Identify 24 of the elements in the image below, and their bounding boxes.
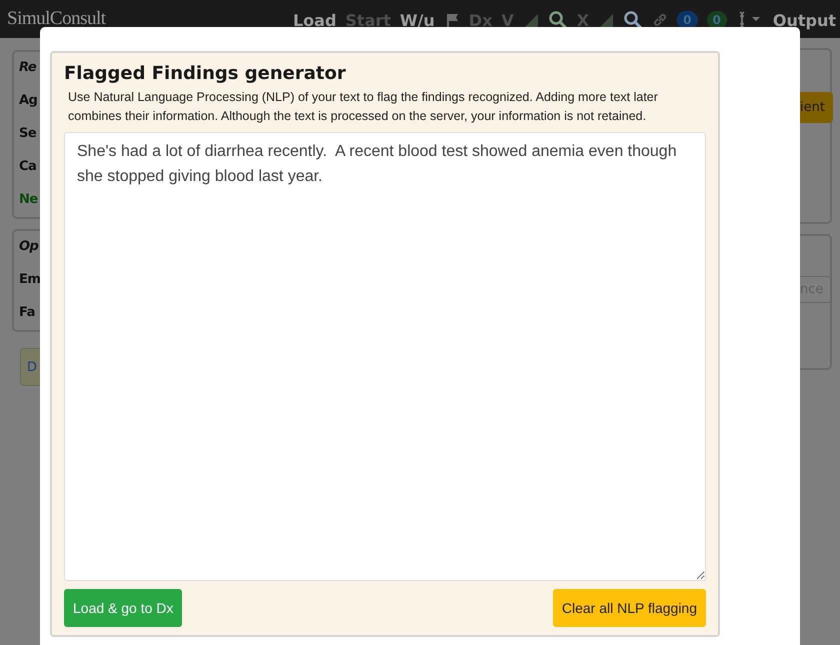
triangle-icon[interactable] [598,12,614,28]
field-label: Fa [19,305,36,320]
page-button[interactable]: ient [800,92,833,123]
page-button[interactable]: D [20,348,40,386]
clear-button[interactable]: Clear all NLP flagging [552,589,706,627]
link-icon[interactable] [652,12,668,28]
nav-link[interactable]: Output [772,10,836,30]
dialog-title: Flagged Findings generator [64,63,347,84]
logo[interactable]: SimulConsult [7,8,106,30]
search-icon[interactable] [623,10,644,30]
triangle-icon[interactable] [522,12,539,28]
field-label: Ne [19,192,39,207]
load-button[interactable]: Load & go to Dx [64,589,182,627]
field-label: Ag [19,93,38,108]
search-icon[interactable] [548,10,568,30]
text-input-field[interactable]: She's had a lot of diarrhea recently. A recent blood test showed anemia even though she stopped giving blood last year. [64,132,706,581]
nav-link[interactable]: W/u [400,10,435,30]
field-label: Se [19,126,38,141]
card-title: Op [19,239,40,254]
field-label: Ca [19,159,38,174]
description-text: Use Natural Language Processing (NLP) of your text to flag the findings recognized. Adding more text later combines their information. Although the text is processed on the server, your information is not retained. [68,89,659,125]
field-label: Em [19,272,40,287]
nav-link[interactable]: Load [292,10,336,30]
card-title: Re [19,60,38,75]
